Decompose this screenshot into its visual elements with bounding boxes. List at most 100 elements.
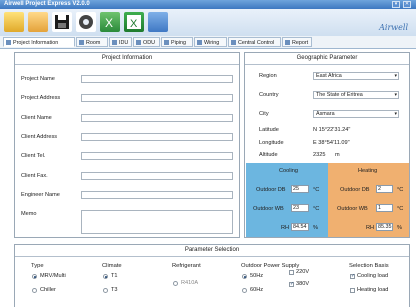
tab-bar: Project Information Room IDU ODU Piping … xyxy=(0,36,416,49)
tab-piping[interactable]: Piping xyxy=(161,37,193,47)
heating-db-label: Outdoor DB xyxy=(340,187,370,193)
client-name-label: Client Name xyxy=(21,115,52,121)
heating-wb-input[interactable]: 1 xyxy=(376,204,393,212)
tab-project-information[interactable]: Project Information xyxy=(3,37,75,47)
country-select[interactable]: The State of Eritrea ▾ xyxy=(313,91,399,99)
heating-wb-label: Outdoor WB xyxy=(337,206,368,212)
tab-report[interactable]: Report xyxy=(282,37,312,47)
climate-t1-label: T1 xyxy=(111,273,118,279)
export-excel-icon[interactable]: X xyxy=(100,12,120,32)
power-60hz-label: 60Hz xyxy=(250,287,264,293)
svg-text:X: X xyxy=(105,16,113,30)
odu-icon xyxy=(136,40,141,45)
chevron-down-icon: ▾ xyxy=(394,92,397,98)
basis-cooling-label: Cooling load xyxy=(357,273,389,279)
tab-label: Wiring xyxy=(204,40,220,46)
heating-section: Heating Outdoor DB 2 °C Outdoor WB 1 °C … xyxy=(328,163,409,237)
city-value: Asmara xyxy=(316,111,335,117)
heating-db-unit: °C xyxy=(397,187,404,193)
region-select[interactable]: East Africa ▾ xyxy=(313,72,399,80)
memo-label: Memo xyxy=(21,211,37,217)
minimize-button[interactable]: ▾ xyxy=(392,1,400,8)
region-label: Region xyxy=(259,73,277,79)
basis-heating-label: Heating load xyxy=(357,287,389,293)
cooling-rh-unit: % xyxy=(313,225,318,231)
tab-wiring[interactable]: Wiring xyxy=(194,37,227,47)
client-fax-input[interactable] xyxy=(81,172,233,180)
save-icon[interactable] xyxy=(52,12,72,32)
project-information-panel: Project Information Project Name Project… xyxy=(14,52,240,238)
heating-header: Heating xyxy=(358,168,378,174)
refrigerant-r410a-label: R410A xyxy=(181,280,199,286)
tab-room[interactable]: Room xyxy=(76,37,108,47)
climate-t3-radio[interactable] xyxy=(103,288,108,293)
tab-label: ODU xyxy=(143,40,155,46)
type-chiller-label: Chiller xyxy=(40,287,56,293)
tab-label: IDU xyxy=(119,40,129,46)
cooling-rh-value: 84.54 xyxy=(291,223,309,231)
new-project-icon[interactable] xyxy=(4,12,24,32)
type-label: Type xyxy=(31,263,44,269)
panel-header: Geographic Parameter xyxy=(245,53,409,65)
panel-header: Parameter Selection xyxy=(15,245,409,257)
basis-cooling-checkbox[interactable]: ✓ xyxy=(350,274,355,279)
project-address-label: Project Address xyxy=(21,95,61,101)
parameter-selection-panel: Parameter Selection Type MRV/Multi Chill… xyxy=(14,244,410,307)
help-icon[interactable] xyxy=(148,12,168,32)
heating-rh-value: 85.35 xyxy=(376,223,393,231)
report-icon xyxy=(285,40,290,45)
room-icon xyxy=(79,40,84,45)
heating-rh-label: RH xyxy=(366,225,375,231)
power-50hz-label: 50Hz xyxy=(250,273,264,279)
power-220v-checkbox[interactable] xyxy=(289,270,294,275)
altitude-unit: m xyxy=(335,152,340,158)
client-name-input[interactable] xyxy=(81,114,233,122)
project-name-input[interactable] xyxy=(81,75,233,83)
tab-odu[interactable]: ODU xyxy=(133,37,160,47)
cooling-db-input[interactable]: 25 xyxy=(291,185,309,193)
tab-idu[interactable]: IDU xyxy=(109,37,132,47)
power-50hz-radio[interactable] xyxy=(242,274,247,279)
central-control-icon xyxy=(231,40,236,45)
type-chiller-radio[interactable] xyxy=(32,288,37,293)
type-mrv-label: MRV/Multi xyxy=(40,273,66,279)
climate-t1-radio[interactable] xyxy=(103,274,108,279)
settings-icon[interactable] xyxy=(76,12,96,32)
client-address-input[interactable] xyxy=(81,133,233,141)
export-excel-icon-2[interactable]: X xyxy=(124,12,144,32)
toolbar: X X Airwell xyxy=(0,9,416,36)
project-address-input[interactable] xyxy=(81,94,233,102)
engineer-name-input[interactable] xyxy=(81,191,233,199)
client-address-label: Client Address xyxy=(21,134,58,140)
region-value: East Africa xyxy=(316,73,342,79)
open-folder-icon[interactable] xyxy=(28,12,48,32)
longitude-value: E 38°54'11.09" xyxy=(313,140,350,146)
power-supply-label: Outdoor Power Supply xyxy=(241,263,300,269)
project-info-icon xyxy=(6,40,11,45)
power-380v-label: 380V xyxy=(296,281,310,287)
basis-heating-checkbox[interactable] xyxy=(350,288,355,293)
power-380v-checkbox[interactable]: ✓ xyxy=(289,282,294,287)
power-220v-label: 220V xyxy=(296,269,310,275)
climate-t3-label: T3 xyxy=(111,287,118,293)
memo-input[interactable] xyxy=(81,210,233,234)
city-select[interactable]: Asmara ▾ xyxy=(313,110,399,118)
tab-label: Piping xyxy=(171,40,186,46)
close-button[interactable]: ✕ xyxy=(403,1,411,8)
refrigerant-label: Refrigerant xyxy=(172,263,201,269)
selection-basis-label: Selection Basis xyxy=(349,263,389,269)
client-fax-label: Client Fax. xyxy=(21,173,48,179)
tab-central-control[interactable]: Central Control xyxy=(228,37,281,47)
heating-db-input[interactable]: 2 xyxy=(376,185,393,193)
power-60hz-radio[interactable] xyxy=(242,288,247,293)
svg-text:X: X xyxy=(130,18,138,30)
tab-label: Room xyxy=(86,40,101,46)
cooling-db-unit: °C xyxy=(313,187,320,193)
type-mrv-radio[interactable] xyxy=(32,274,37,279)
refrigerant-r410a-radio[interactable] xyxy=(173,281,178,286)
cooling-section: Cooling Outdoor DB 25 °C Outdoor WB 23 °… xyxy=(246,163,328,237)
longitude-label: Longitude xyxy=(259,140,284,146)
cooling-wb-input[interactable]: 23 xyxy=(291,204,309,212)
engineer-name-label: Engineer Name xyxy=(21,192,60,198)
client-tel-input[interactable] xyxy=(81,152,233,160)
